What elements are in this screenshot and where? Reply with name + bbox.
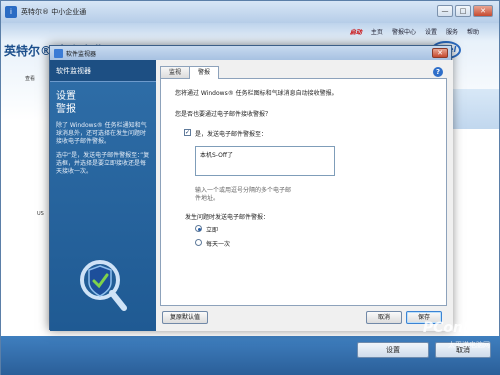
sidebar-title: 设置 警报 [50, 82, 156, 116]
email-question-text: 您是否也要通过电子邮件接收警报？ [175, 111, 272, 118]
software-monitor-dialog: 软件监视器 ✕ 软件监视器 设置 警报 除了 Windows® 任务栏通知和气球… [49, 45, 453, 331]
frequency-label: 发生问题时发送电子邮件警报： [185, 214, 270, 221]
restore-defaults-button[interactable]: 复原默认值 [162, 311, 208, 324]
send-email-checkbox[interactable]: ✓ [184, 129, 191, 136]
tab-alerts[interactable]: 警报 [189, 66, 220, 79]
sidebar-title-line2: 警报 [56, 104, 76, 115]
menu-item-alert-center[interactable]: 警报中心 [392, 27, 416, 36]
shield-magnifier-icon [78, 256, 128, 312]
menu-item-launch[interactable]: 启动 [350, 27, 362, 36]
email-address-field[interactable]: 本机S-Off了 [195, 146, 335, 176]
app-icon: i [5, 6, 17, 18]
help-icon[interactable]: ? [433, 67, 443, 77]
monitor-icon [54, 48, 63, 58]
radio-once-daily-label: 每天一次 [206, 241, 231, 248]
main-settings-button[interactable]: 设置 [357, 342, 429, 358]
tab-monitor[interactable]: 监视 [160, 66, 191, 78]
radio-immediately[interactable] [195, 225, 202, 232]
sidebar-header: 软件监视器 [50, 60, 156, 82]
watermark-logo: PConline [422, 320, 492, 336]
dialog-title: 软件监视器 [66, 50, 97, 58]
menu-item-help[interactable]: 帮助 [467, 27, 479, 36]
dialog-sidebar: 软件监视器 设置 警报 除了 Windows® 任务栏通知和气球消息外，还可选择… [50, 60, 156, 331]
us-label: US [37, 211, 44, 217]
menu-item-settings[interactable]: 设置 [425, 27, 437, 36]
maximize-button[interactable]: □ [455, 5, 471, 17]
main-titlebar: i 英特尔® 中小企业通 — □ ✕ [1, 1, 499, 23]
radio-immediately-label: 立即 [206, 227, 219, 234]
dialog-main: 监视 警报 ? 您将通过 Windows® 任务栏图标和气球消息自动接收警报。 … [156, 60, 453, 331]
main-window-title: 英特尔® 中小企业通 [21, 8, 87, 16]
right-panel [449, 89, 499, 129]
sidebar-title-line1: 设置 [56, 91, 76, 102]
window-controls: — □ ✕ [437, 5, 493, 17]
dialog-close-button[interactable]: ✕ [432, 48, 448, 58]
close-button[interactable]: ✕ [473, 5, 493, 17]
sidebar-instructions: 选中“是，发送电子邮件警报至：”复选框，并选择是要立即接收还是每天接收一次。 [56, 152, 150, 175]
email-hint-line2: 件地址。 [195, 195, 220, 202]
send-email-checkbox-label: 是，发送电子邮件警报至： [195, 131, 268, 138]
alerts-panel: 您将通过 Windows® 任务栏图标和气球消息自动接收警报。 您是否也要通过电… [160, 78, 447, 306]
minimize-button[interactable]: — [437, 5, 453, 17]
main-menubar: 启动 主页 警报中心 设置 服务 帮助 [350, 27, 479, 36]
menu-item-services[interactable]: 服务 [446, 27, 458, 36]
menu-item-home[interactable]: 主页 [371, 27, 383, 36]
cancel-button[interactable]: 取消 [366, 311, 402, 324]
sidebar-description: 除了 Windows® 任务栏通知和气球消息外，还可选择在发生问题时接收电子邮件… [56, 122, 147, 145]
alerts-intro-text: 您将通过 Windows® 任务栏图标和气球消息自动接收警报。 [175, 90, 338, 97]
dialog-titlebar: 软件监视器 ✕ [50, 46, 451, 60]
watermark-subtitle: 太平洋电脑网 [448, 341, 490, 349]
radio-once-daily[interactable] [195, 239, 202, 246]
view-label: 查看 [25, 76, 36, 82]
